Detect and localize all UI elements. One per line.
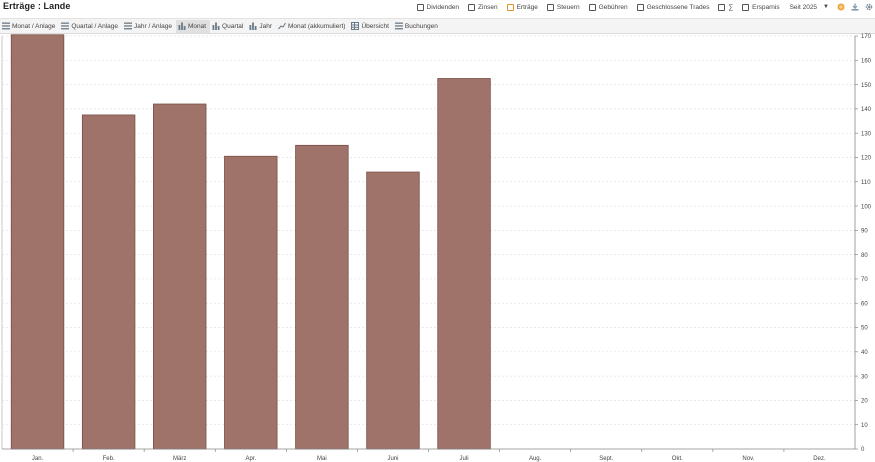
tab-label: Monat / Anlage xyxy=(12,22,56,30)
bar-chart-icon xyxy=(178,22,188,30)
filter-ertraege[interactable]: Erträge xyxy=(506,3,538,11)
tab-quartal[interactable]: Quartal xyxy=(210,20,247,33)
tab-label: Buchungen xyxy=(404,22,438,30)
filter-steuern[interactable]: Steuern xyxy=(546,3,580,11)
period-select[interactable]: Seit 2025 ▼ xyxy=(790,4,829,11)
y-tick-label: 110 xyxy=(861,180,871,186)
caret-down-icon: ▼ xyxy=(823,4,829,10)
y-tick-label: 120 xyxy=(861,156,872,162)
tab-label: Jahr xyxy=(259,22,273,30)
bar xyxy=(10,34,65,450)
tab-übersicht[interactable]: Übersicht xyxy=(349,20,392,33)
filter-label: Erträge xyxy=(516,3,538,11)
period-select-value: Seit 2025 xyxy=(789,3,818,11)
checkbox-icon[interactable] xyxy=(546,3,554,11)
bar xyxy=(153,103,207,450)
y-tick-label: 170 xyxy=(861,34,872,40)
y-tick-label: 160 xyxy=(861,58,872,64)
y-tick-label: 0 xyxy=(861,447,865,453)
x-tick-label: Juli xyxy=(460,456,469,462)
tab-label: Übersicht xyxy=(361,22,389,30)
x-tick-label: Juni xyxy=(387,456,398,462)
coin-icon[interactable] xyxy=(837,3,845,11)
bar xyxy=(224,155,278,450)
x-tick-label: Feb. xyxy=(103,456,115,462)
checkbox-icon[interactable] xyxy=(742,3,750,11)
page-title: Erträge : Lande xyxy=(3,1,71,11)
checkbox-icon[interactable] xyxy=(636,3,644,11)
y-tick-label: 100 xyxy=(861,204,872,210)
tab-label: Quartal xyxy=(222,22,244,30)
y-tick-label: 30 xyxy=(861,374,868,380)
list-icon xyxy=(2,22,12,30)
filter-label: Dividenden xyxy=(426,3,460,11)
filter-label: Ersparnis xyxy=(752,3,780,11)
x-tick-label: März xyxy=(173,456,186,462)
y-tick-label: 10 xyxy=(861,423,868,429)
y-tick-label: 40 xyxy=(861,350,868,356)
filter-label: Zinsen xyxy=(478,3,498,11)
bar-chart: 0 10 20 30 40 50 60 70 80 90 100 110 120 130 140 150 160… xyxy=(1,34,872,462)
tab-monat-anlage[interactable]: Monat / Anlage xyxy=(0,20,59,33)
x-tick-label: Nov. xyxy=(742,456,754,462)
tab-quartal-anlage[interactable]: Quartal / Anlage xyxy=(59,20,122,33)
x-tick-label: Mai xyxy=(317,456,327,462)
filter-label: Geschlossene Trades xyxy=(646,3,710,11)
tab-jahr[interactable]: Jahr xyxy=(247,20,276,33)
filter-label: Steuern xyxy=(556,3,580,11)
tab-label: Jahr / Anlage xyxy=(134,22,172,30)
y-tick-label: 20 xyxy=(861,399,868,405)
bar xyxy=(81,114,136,450)
y-tick-label: 80 xyxy=(861,253,868,259)
tab-monat-akkumuliert[interactable]: Monat (akkumuliert) xyxy=(276,20,349,33)
filter-geschlossene-trades[interactable]: Geschlossene Trades xyxy=(636,3,710,11)
y-tick-label: 140 xyxy=(861,107,872,113)
y-tick-label: 150 xyxy=(861,83,872,89)
tab-label: Monat (akkumuliert) xyxy=(288,22,346,30)
y-tick-label: 90 xyxy=(861,229,868,235)
download-icon[interactable] xyxy=(851,3,859,11)
toolbar: Dividenden Zinsen Erträge Steuern Gebühr… xyxy=(408,3,873,11)
tab-jahr-anlage[interactable]: Jahr / Anlage xyxy=(122,20,176,33)
filter-ersparnis[interactable]: Ersparnis xyxy=(742,3,780,11)
x-tick-label: Apr. xyxy=(245,456,256,462)
list-icon xyxy=(61,22,71,30)
bar-chart-icon xyxy=(249,22,259,30)
tab-label: Monat xyxy=(187,22,207,30)
tab-label: Quartal / Anlage xyxy=(71,22,118,30)
x-tick-label: Dez. xyxy=(813,456,826,462)
tab-buchungen[interactable]: Buchungen xyxy=(393,20,442,33)
list-icon xyxy=(124,22,134,30)
checkbox-icon[interactable] xyxy=(468,3,476,11)
y-tick-label: 130 xyxy=(861,131,872,137)
checkbox-icon[interactable] xyxy=(588,3,596,11)
filter-summe[interactable]: ∑ xyxy=(718,3,734,11)
checkbox-icon[interactable] xyxy=(506,3,514,11)
filter-gebuehren[interactable]: Gebühren xyxy=(588,3,628,11)
x-tick-label: Aug. xyxy=(529,456,542,462)
bar xyxy=(437,78,491,450)
view-tabs: Monat / Anlage Quartal / Anlage Jahr / Anl… xyxy=(0,18,875,34)
tab-monat[interactable]: Monat xyxy=(175,19,211,33)
y-tick-label: 50 xyxy=(861,326,868,332)
filter-label: Gebühren xyxy=(598,3,628,11)
line-chart-icon xyxy=(278,22,288,30)
list-icon xyxy=(394,22,405,30)
x-tick-label: Okt. xyxy=(672,456,683,462)
filter-dividenden[interactable]: Dividenden xyxy=(416,3,460,11)
table-icon xyxy=(351,22,361,30)
bar xyxy=(366,171,420,450)
gear-icon[interactable] xyxy=(865,3,873,11)
y-tick-label: 70 xyxy=(861,277,868,283)
bar-chart-icon xyxy=(212,22,222,30)
checkbox-icon[interactable] xyxy=(416,3,424,11)
x-tick-label: Sept. xyxy=(599,456,613,462)
checkbox-icon[interactable] xyxy=(718,3,726,11)
filter-zinsen[interactable]: Zinsen xyxy=(468,3,498,11)
bar xyxy=(295,144,349,450)
x-tick-label: Jan. xyxy=(32,456,44,462)
filter-label: ∑ xyxy=(728,3,734,11)
y-tick-label: 60 xyxy=(861,301,868,307)
